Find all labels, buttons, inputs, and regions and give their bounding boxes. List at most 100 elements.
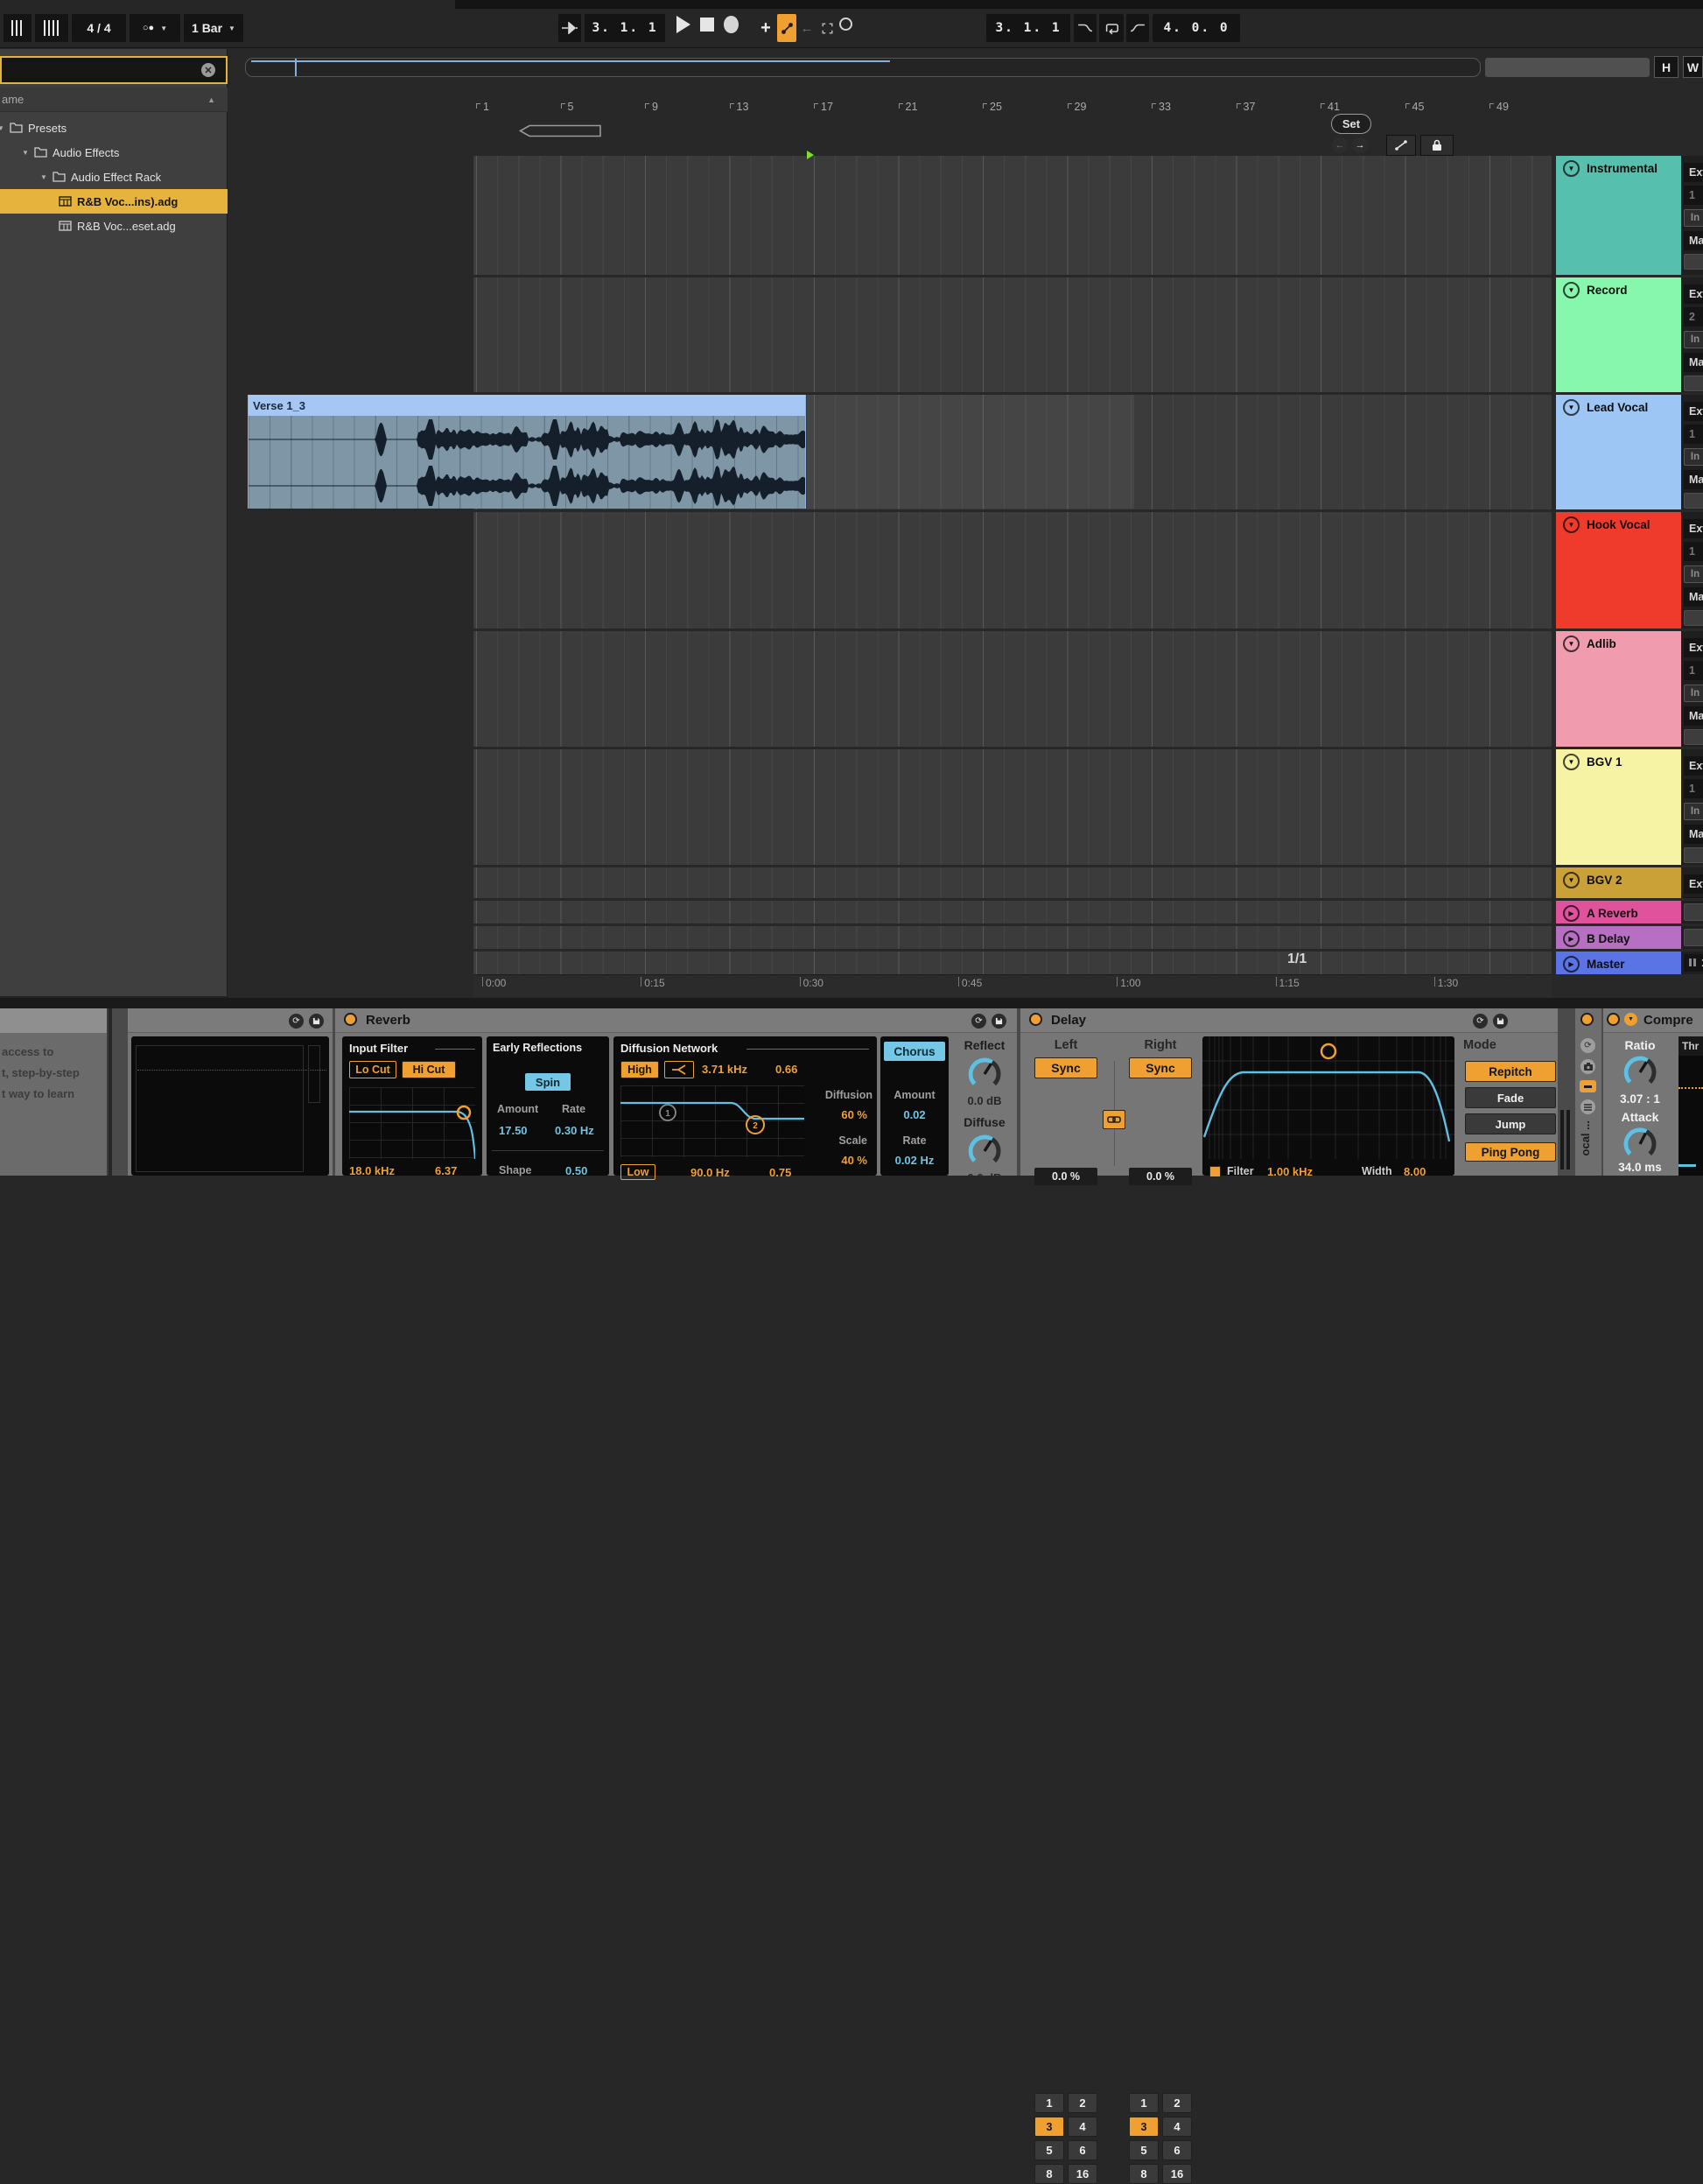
capture-button[interactable]	[839, 18, 852, 31]
fold-track-icon[interactable]: ▼	[1563, 399, 1580, 416]
diffuse-value[interactable]: 0.0 dB	[952, 1171, 1017, 1184]
threshold-line[interactable]	[1678, 1087, 1703, 1089]
record-button[interactable]	[724, 16, 739, 33]
fold-track-icon[interactable]: ▶	[1563, 956, 1580, 973]
lane-hook-vocal[interactable]	[473, 512, 1552, 629]
quantization-menu[interactable]: 1 Bar▼	[184, 14, 243, 42]
reenable-automation-button[interactable]: ←	[798, 14, 816, 42]
lane-bgv-2[interactable]	[473, 867, 1552, 898]
output-chooser[interactable]: Master▼	[1684, 587, 1703, 607]
feedback-right[interactable]: 0.0 %	[1129, 1168, 1192, 1185]
device-rack-collapsed[interactable]: ⟳ ocal ...	[1575, 1008, 1601, 1176]
monitor-in-button[interactable]: In	[1684, 565, 1703, 583]
lo-cut-button[interactable]: Lo Cut	[349, 1061, 396, 1078]
fold-device-icon[interactable]: ▼	[1624, 1013, 1637, 1026]
hot-swap-icon[interactable]: ⟳	[1473, 1014, 1488, 1029]
lane-instrumental[interactable]	[473, 156, 1552, 275]
track-name[interactable]: Instrumental	[1587, 162, 1657, 175]
expand-caret-icon[interactable]: ▼	[0, 124, 8, 132]
input-channel-chooser[interactable]: 1▼	[1684, 661, 1703, 680]
arrangement-position[interactable]: 3. 1. 1	[585, 14, 665, 42]
delay-filter-panel[interactable]: Filter 1.00 kHz Width 8.00	[1202, 1036, 1454, 1176]
dock-divider[interactable]	[0, 998, 1703, 1008]
metronome-button[interactable]: ○●▼	[130, 14, 180, 42]
fold-track-icon[interactable]: ▶	[1563, 905, 1580, 922]
delay-beat-3[interactable]: 3	[1034, 2117, 1064, 2137]
track-name[interactable]: Master	[1587, 958, 1625, 971]
save-preset-icon[interactable]	[1493, 1014, 1508, 1029]
spin-button[interactable]: Spin	[525, 1073, 571, 1091]
diffuse-knob[interactable]	[966, 1133, 1003, 1169]
low-freq-value[interactable]: 90.0 Hz	[690, 1166, 730, 1179]
track-name[interactable]: Hook Vocal	[1587, 518, 1650, 531]
device-compressor[interactable]: ▼ Compre Ratio 3.07 : 1 Attack 34.0 ms T…	[1603, 1008, 1703, 1176]
browser-item-0[interactable]: ▼Presets	[0, 116, 228, 140]
spin-rate-value[interactable]: 0.30 Hz	[555, 1124, 594, 1137]
track-color-block[interactable]: ▼Hook Vocal	[1556, 512, 1681, 629]
delay-beat-2[interactable]: 2	[1068, 2093, 1097, 2113]
delay-beat-16[interactable]: 16	[1068, 2164, 1097, 2184]
chorus-button[interactable]: Chorus	[884, 1042, 945, 1061]
attack-value[interactable]: 34.0 ms	[1603, 1161, 1677, 1174]
draw-mode-button[interactable]	[817, 14, 837, 42]
input-type-chooser[interactable]: Ext. In▼	[1684, 756, 1703, 776]
next-locator-button[interactable]: →	[1352, 137, 1368, 153]
monitor-in-button[interactable]: In	[1684, 331, 1703, 348]
monitor-in-button[interactable]: In	[1684, 685, 1703, 702]
hot-swap-icon[interactable]: ⟳	[971, 1014, 986, 1029]
beat-time-ruler[interactable]: 15913172125293337414549	[473, 97, 1552, 122]
input-channel-chooser[interactable]: 1▼	[1684, 425, 1703, 444]
device-on-led[interactable]	[1607, 1013, 1620, 1026]
reflect-knob[interactable]	[966, 1056, 1003, 1092]
lane-master[interactable]	[473, 952, 1552, 974]
chain-list-icon[interactable]	[1580, 1099, 1595, 1114]
expand-caret-icon[interactable]: ▼	[22, 149, 32, 157]
device-on-led[interactable]	[1029, 1013, 1042, 1026]
snapshot-icon[interactable]	[1580, 1059, 1595, 1074]
clear-search-icon[interactable]: ✕	[201, 63, 215, 77]
delay-beat-5[interactable]: 5	[1129, 2140, 1159, 2160]
loop-length[interactable]: 4. 0. 0	[1153, 14, 1240, 42]
spin-amount-value[interactable]: 17.50	[499, 1124, 528, 1137]
reverb-title-bar[interactable]: Reverb ⟳	[335, 1008, 1017, 1033]
delay-beat-1[interactable]: 1	[1034, 2093, 1064, 2113]
loop-switch[interactable]	[1099, 14, 1124, 42]
filter-on-checkbox[interactable]	[1209, 1166, 1221, 1177]
delay-beat-3[interactable]: 3	[1129, 2117, 1159, 2137]
device-on-led[interactable]	[1580, 1013, 1594, 1026]
input-channel-chooser[interactable]: 2▼	[1684, 307, 1703, 327]
delay-beat-4[interactable]: 4	[1162, 2117, 1192, 2137]
punch-out-button[interactable]	[1126, 14, 1149, 42]
compressor-graph-panel[interactable]: Thr	[1678, 1036, 1703, 1176]
input-type-chooser[interactable]: Ext. In▼	[1684, 402, 1703, 421]
low-q-value[interactable]: 0.75	[769, 1166, 791, 1179]
delay-beat-6[interactable]: 6	[1068, 2140, 1097, 2160]
chorus-amount-value[interactable]: 0.02	[880, 1108, 949, 1121]
track-color-block[interactable]: ▼BGV 1	[1556, 749, 1681, 865]
filter-graph[interactable]	[349, 1087, 475, 1159]
track-color-block[interactable]: ▼Record	[1556, 277, 1681, 392]
track-name[interactable]: Lead Vocal	[1587, 401, 1648, 414]
mode-jump-button[interactable]: Jump	[1465, 1113, 1556, 1134]
browser-item-2[interactable]: ▼Audio Effect Rack	[0, 165, 228, 189]
hi-cut-button[interactable]: Hi Cut	[402, 1061, 456, 1078]
punch-in-button[interactable]	[1074, 14, 1097, 42]
optimize-height-button[interactable]: H	[1654, 56, 1678, 78]
delay-beat-8[interactable]: 8	[1129, 2164, 1159, 2184]
cue-out-chooser[interactable]: 1/2▼	[1684, 954, 1703, 972]
follow-button[interactable]	[558, 14, 581, 42]
play-button[interactable]	[676, 16, 690, 33]
diffusion-q-value[interactable]: 0.66	[775, 1063, 797, 1076]
track-color-block[interactable]: ▼ Lead Vocal	[1556, 395, 1681, 509]
automation-arm-button[interactable]	[777, 14, 796, 42]
diffusion-freq-value[interactable]: 3.71 kHz	[702, 1063, 747, 1076]
browser-item-3[interactable]: R&B Voc...ins).adg	[0, 189, 228, 214]
arrangement-overview[interactable]	[245, 58, 1481, 77]
filter-freq-value[interactable]: 1.00 kHz	[1267, 1165, 1313, 1178]
width-value[interactable]: 8.00	[1404, 1165, 1426, 1178]
sync-left-button[interactable]: Sync	[1034, 1057, 1097, 1078]
input-type-chooser[interactable]: Ext. In▼	[1684, 284, 1703, 304]
ratio-value[interactable]: 3.07 : 1	[1603, 1092, 1677, 1106]
crossover-button[interactable]	[664, 1061, 694, 1078]
lane-record[interactable]	[473, 277, 1552, 392]
